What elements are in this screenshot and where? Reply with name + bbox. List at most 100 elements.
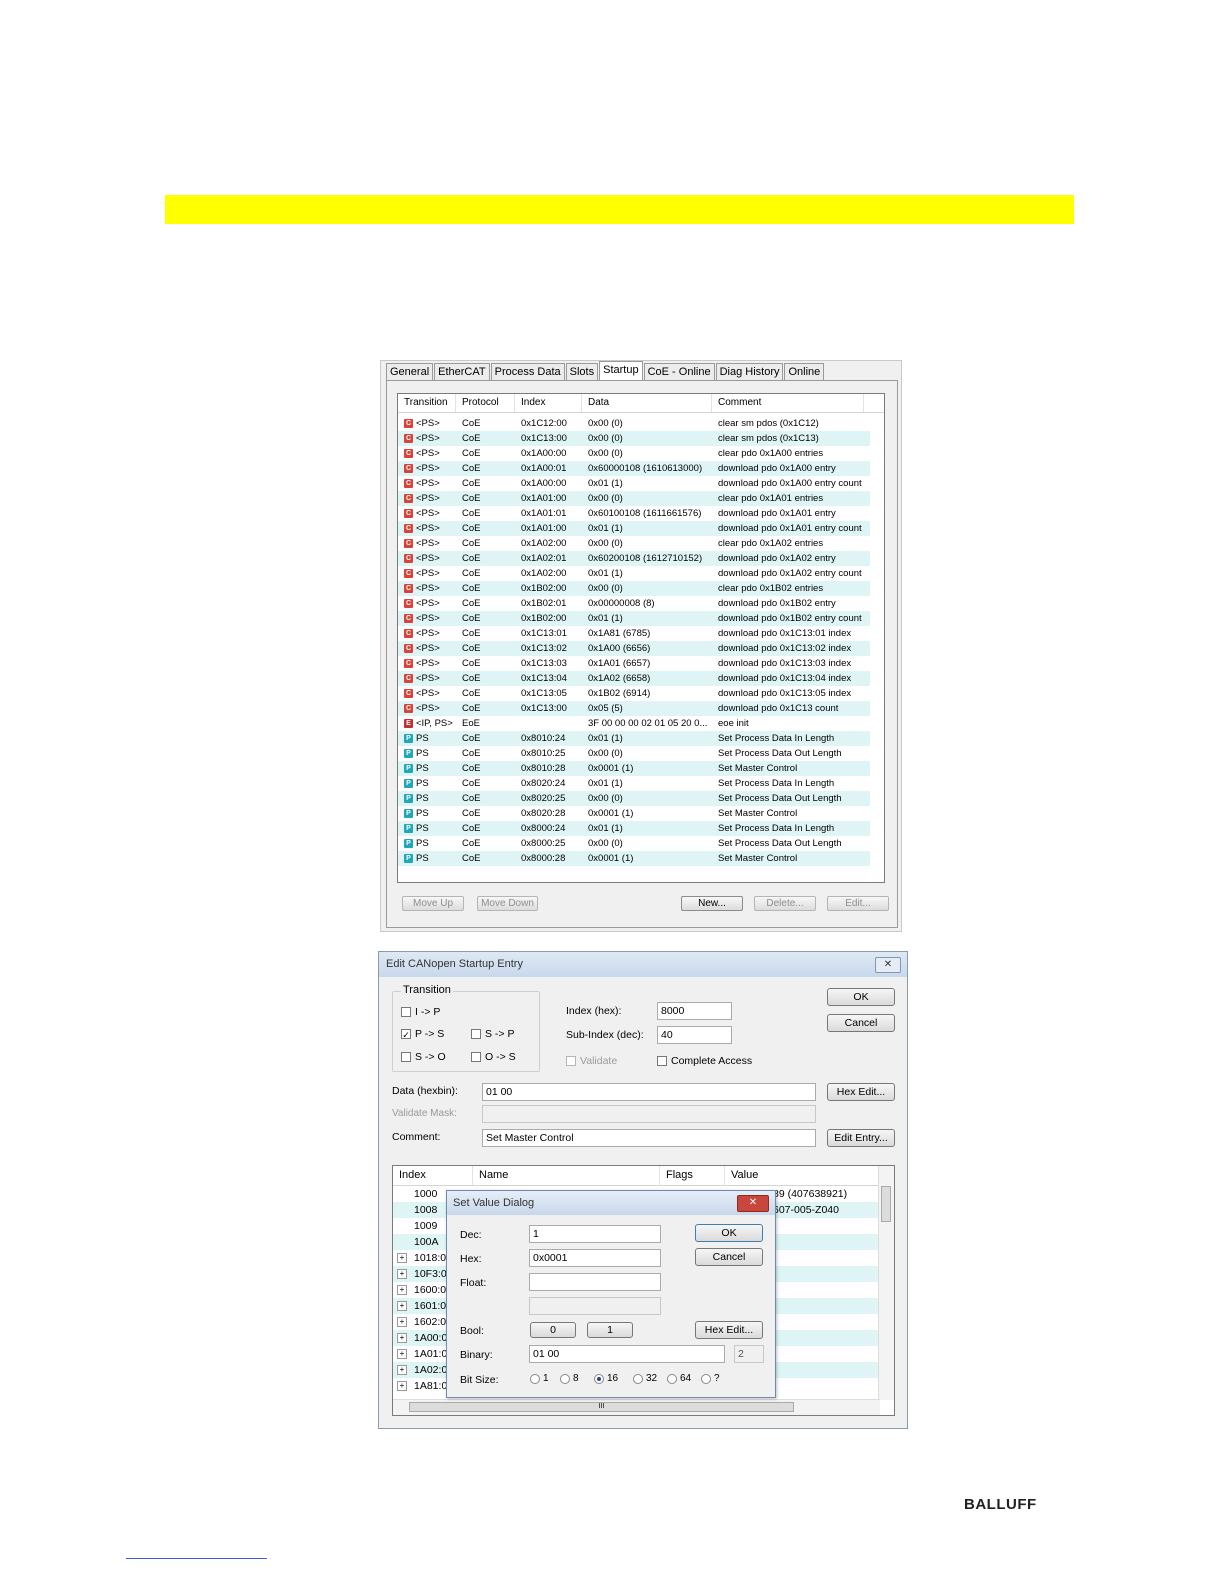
checkbox-validate[interactable]: Validate <box>566 1055 617 1067</box>
table-row[interactable]: C <PS> CoE 0x1C13:04 0x1A02 (6658) download p… <box>398 671 870 686</box>
table-row[interactable]: C <PS> CoE 0x1C13:02 0x1A00 (6656) download p… <box>398 641 870 656</box>
table-row[interactable]: C <PS> CoE 0x1A00:00 0x00 (0) clear pdo 0x1A0… <box>398 446 870 461</box>
table-row[interactable]: P PS CoE 0x8000:25 0x00 (0) Set Process Data … <box>398 836 870 851</box>
table-row[interactable]: C <PS> CoE 0x1A01:00 0x00 (0) clear pdo 0x1A0… <box>398 491 870 506</box>
table-row[interactable]: C <PS> CoE 0x1A01:01 0x60100108 (1611661576)… <box>398 506 870 521</box>
checkbox-i-p[interactable]: I -> P <box>401 1006 440 1018</box>
comment-input[interactable]: Set Master Control <box>482 1129 816 1147</box>
expand-icon[interactable]: + <box>397 1317 407 1327</box>
table-row[interactable]: P PS CoE 0x8010:24 0x01 (1) Set Process Data … <box>398 731 870 746</box>
hex-edit-button[interactable]: Hex Edit... <box>695 1321 763 1339</box>
binary-input[interactable]: 01 00 <box>529 1345 725 1363</box>
column-transition[interactable]: Transition <box>398 394 456 412</box>
ok-button[interactable]: OK <box>695 1224 763 1242</box>
tab-general[interactable]: General <box>386 363 434 381</box>
scroll-thumb[interactable]: III <box>409 1402 794 1412</box>
column-flags[interactable]: Flags <box>660 1166 725 1185</box>
vertical-scrollbar[interactable] <box>878 1166 894 1400</box>
table-row[interactable]: P PS CoE 0x8010:28 0x0001 (1) Set Master Cont… <box>398 761 870 776</box>
bool-0-button[interactable]: 0 <box>530 1322 576 1338</box>
bitsize-radio-8[interactable]: 8 <box>560 1373 579 1384</box>
edit-entry-button[interactable]: Edit Entry... <box>827 1129 895 1147</box>
hex-edit-button[interactable]: Hex Edit... <box>827 1083 895 1101</box>
column-name[interactable]: Name <box>473 1166 660 1185</box>
tab-online[interactable]: Online <box>784 363 825 381</box>
tab-diag-history[interactable]: Diag History <box>715 363 784 381</box>
table-row[interactable]: C <PS> CoE 0x1A00:00 0x01 (1) download pdo 0x… <box>398 476 870 491</box>
table-row[interactable]: E <IP, PS> EoE 3F 00 00 00 02 01 05 20 0...… <box>398 716 870 731</box>
table-row[interactable]: C <PS> CoE 0x1C12:00 0x00 (0) clear sm pdos (… <box>398 416 870 431</box>
table-row[interactable]: C <PS> CoE 0x1B02:01 0x00000008 (8) download … <box>398 596 870 611</box>
hex-input[interactable]: 0x0001 <box>529 1249 661 1267</box>
checkbox-p-s[interactable]: ✓ P -> S <box>401 1028 444 1040</box>
column-comment[interactable]: Comment <box>712 394 864 412</box>
table-row[interactable]: C <PS> CoE 0x1C13:03 0x1A01 (6657) download p… <box>398 656 870 671</box>
expand-icon[interactable]: + <box>397 1365 407 1375</box>
bitsize-radio-unknown[interactable]: ? <box>701 1373 720 1384</box>
table-row[interactable]: C <PS> CoE 0x1A01:00 0x01 (1) download pdo 0x… <box>398 521 870 536</box>
expand-icon[interactable]: + <box>397 1301 407 1311</box>
move-up-button[interactable]: Move Up <box>402 896 464 911</box>
bitsize-radio-32[interactable]: 32 <box>633 1373 657 1384</box>
column-index[interactable]: Index <box>515 394 582 412</box>
scroll-thumb[interactable] <box>881 1186 891 1222</box>
validate-mask-input[interactable] <box>482 1105 816 1123</box>
new-button[interactable]: New... <box>681 896 743 911</box>
column-protocol[interactable]: Protocol <box>456 394 515 412</box>
checkbox-s-o[interactable]: S -> O <box>401 1051 446 1063</box>
delete-button[interactable]: Delete... <box>754 896 816 911</box>
column-data[interactable]: Data <box>582 394 712 412</box>
column-value[interactable]: Value <box>725 1166 880 1185</box>
column-index[interactable]: Index <box>393 1166 473 1185</box>
edit-button[interactable]: Edit... <box>827 896 889 911</box>
bool-1-button[interactable]: 1 <box>587 1322 633 1338</box>
tab-startup[interactable]: Startup <box>599 361 643 382</box>
close-icon[interactable]: ✕ <box>875 957 901 973</box>
tab-slots[interactable]: Slots <box>565 363 599 381</box>
table-row[interactable]: C <PS> CoE 0x1A02:00 0x01 (1) download pdo 0x… <box>398 566 870 581</box>
table-row[interactable]: P PS CoE 0x8000:24 0x01 (1) Set Process Data … <box>398 821 870 836</box>
table-row[interactable]: C <PS> CoE 0x1A02:01 0x60200108 (1612710152)… <box>398 551 870 566</box>
expand-icon[interactable]: + <box>397 1285 407 1295</box>
table-row[interactable]: C <PS> CoE 0x1C13:01 0x1A81 (6785) download p… <box>398 626 870 641</box>
expand-icon[interactable]: + <box>397 1253 407 1263</box>
table-row[interactable]: P PS CoE 0x8020:24 0x01 (1) Set Process Data … <box>398 776 870 791</box>
expand-icon[interactable]: + <box>397 1349 407 1359</box>
table-row[interactable]: C <PS> CoE 0x1C13:00 0x05 (5) download pdo 0x… <box>398 701 870 716</box>
bitsize-radio-16[interactable]: 16 <box>594 1373 618 1384</box>
expand-icon[interactable]: + <box>397 1381 407 1391</box>
table-row[interactable]: C <PS> CoE 0x1A00:01 0x60000108 (1610613000)… <box>398 461 870 476</box>
float-input[interactable] <box>529 1273 661 1291</box>
subindex-input[interactable]: 40 <box>657 1026 732 1044</box>
data-input[interactable]: 01 00 <box>482 1083 816 1101</box>
transition-text: <PS> <box>416 478 440 489</box>
tab-coe-online[interactable]: CoE - Online <box>643 363 715 381</box>
expand-icon[interactable]: + <box>397 1333 407 1343</box>
move-down-button[interactable]: Move Down <box>477 896 538 911</box>
table-row[interactable]: C <PS> CoE 0x1B02:00 0x00 (0) clear pdo 0x1B0… <box>398 581 870 596</box>
horizontal-scrollbar[interactable]: III <box>393 1399 880 1415</box>
table-row[interactable]: C <PS> CoE 0x1A02:00 0x00 (0) clear pdo 0x1A0… <box>398 536 870 551</box>
table-row[interactable]: P PS CoE 0x8010:25 0x00 (0) Set Process Data … <box>398 746 870 761</box>
table-row[interactable]: P PS CoE 0x8000:28 0x0001 (1) Set Master Cont… <box>398 851 870 866</box>
expand-icon[interactable]: + <box>397 1269 407 1279</box>
close-icon[interactable]: ✕ <box>737 1195 769 1212</box>
startup-list[interactable]: Transition Protocol Index Data Comment C… <box>397 393 885 883</box>
checkbox-o-s[interactable]: O -> S <box>471 1051 516 1063</box>
cancel-button[interactable]: Cancel <box>827 1014 895 1032</box>
cancel-button[interactable]: Cancel <box>695 1248 763 1266</box>
index-input[interactable]: 8000 <box>657 1002 732 1020</box>
checkbox-complete-access[interactable]: Complete Access <box>657 1055 752 1067</box>
table-row[interactable]: C <PS> CoE 0x1C13:00 0x00 (0) clear sm pdos (… <box>398 431 870 446</box>
ok-button[interactable]: OK <box>827 988 895 1006</box>
bitsize-radio-64[interactable]: 64 <box>667 1373 691 1384</box>
dec-input[interactable]: 1 <box>529 1225 661 1243</box>
bitsize-radio-1[interactable]: 1 <box>530 1373 549 1384</box>
checkbox-s-p[interactable]: S -> P <box>471 1028 514 1040</box>
table-row[interactable]: C <PS> CoE 0x1C13:05 0x1B02 (6914) download p… <box>398 686 870 701</box>
table-row[interactable]: P PS CoE 0x8020:25 0x00 (0) Set Process Data … <box>398 791 870 806</box>
table-row[interactable]: P PS CoE 0x8020:28 0x0001 (1) Set Master Cont… <box>398 806 870 821</box>
tab-process-data[interactable]: Process Data <box>490 363 565 381</box>
table-row[interactable]: C <PS> CoE 0x1B02:00 0x01 (1) download pdo 0x… <box>398 611 870 626</box>
tab-ethercat[interactable]: EtherCAT <box>434 363 490 381</box>
